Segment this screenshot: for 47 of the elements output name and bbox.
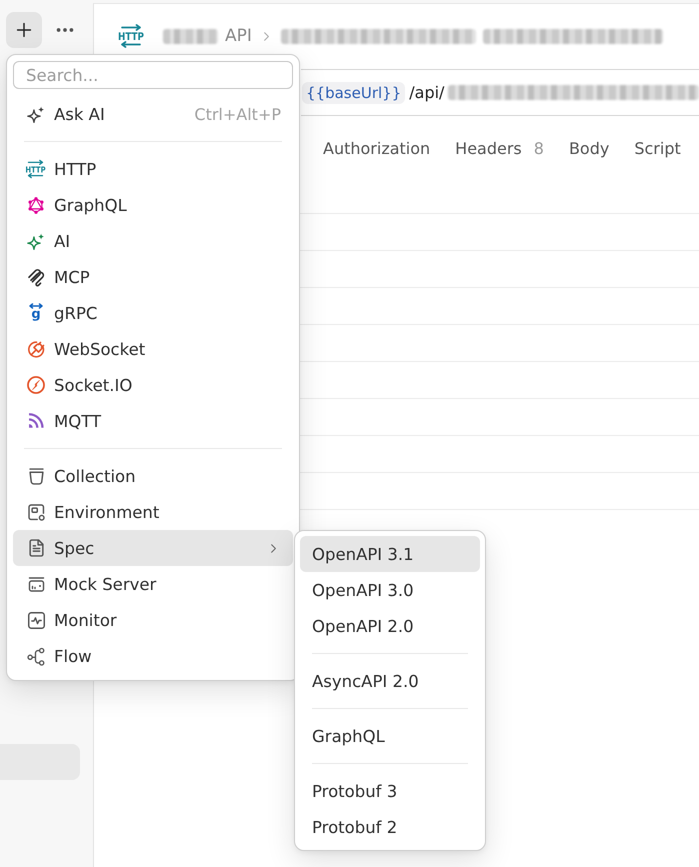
blurred-text bbox=[163, 28, 218, 44]
signal-waves-icon bbox=[28, 413, 44, 429]
url-field[interactable]: {{baseUrl}} /api/ bbox=[301, 69, 699, 116]
bucket-icon bbox=[28, 468, 44, 484]
tab[interactable]: Headers 8 bbox=[445, 130, 554, 166]
menu-item[interactable]: Ask AI Ctrl+Alt+P bbox=[13, 96, 293, 132]
plug-circle-icon bbox=[28, 340, 44, 358]
menu-item[interactable]: Socket.IO bbox=[13, 367, 293, 403]
server-icon bbox=[28, 576, 44, 592]
sparkle-icon bbox=[27, 106, 45, 122]
url-path: /api/ bbox=[409, 83, 444, 102]
menu-item[interactable]: Mock Server bbox=[13, 566, 293, 602]
menu-item[interactable]: HTTP HTTP bbox=[13, 151, 293, 187]
menu-item[interactable]: GraphQL bbox=[300, 718, 480, 754]
menu-item[interactable]: MCP bbox=[13, 259, 293, 295]
add-button[interactable] bbox=[6, 12, 42, 48]
lightning-circle-icon bbox=[27, 376, 45, 394]
menu-item[interactable]: Flow bbox=[13, 638, 293, 674]
squiggle-icon bbox=[28, 268, 44, 286]
flow-nodes-icon bbox=[27, 648, 45, 664]
tab-count: 8 bbox=[534, 138, 544, 158]
menu-item[interactable]: g gRPC bbox=[13, 295, 293, 331]
menu-item[interactable]: OpenAPI 3.1 bbox=[300, 536, 480, 572]
tab[interactable]: Body bbox=[558, 130, 620, 166]
menu-item[interactable]: AI bbox=[13, 223, 293, 259]
menu-item[interactable]: Spec bbox=[13, 530, 293, 566]
document-icon bbox=[28, 539, 44, 557]
hexagon-icon bbox=[28, 196, 44, 214]
pulse-icon bbox=[28, 612, 44, 628]
menu-item[interactable]: Protobuf 2 bbox=[300, 809, 480, 845]
menu-item[interactable]: Monitor bbox=[13, 602, 293, 638]
menu-item[interactable]: Environment bbox=[13, 494, 293, 530]
tab[interactable]: Authorization bbox=[313, 130, 440, 166]
frame-icon bbox=[28, 504, 44, 520]
sparkle-icon bbox=[27, 232, 45, 250]
search-field[interactable]: Search... bbox=[13, 61, 293, 89]
menu-item[interactable]: AsyncAPI 2.0 bbox=[300, 663, 480, 699]
menu-item[interactable]: OpenAPI 2.0 bbox=[300, 608, 480, 644]
shortcut-text: Ctrl+Alt+P bbox=[194, 104, 281, 124]
menu-item[interactable]: Protobuf 3 bbox=[300, 773, 480, 809]
tab[interactable]: Script bbox=[624, 130, 691, 166]
variable-chip: {{baseUrl}} bbox=[302, 82, 406, 104]
menu-item[interactable]: OpenAPI 3.0 bbox=[300, 572, 480, 608]
menu-item[interactable]: MQTT bbox=[13, 403, 293, 439]
menu-item[interactable]: Collection bbox=[13, 458, 293, 494]
menu-item[interactable]: WebSocket bbox=[13, 331, 293, 367]
menu-item[interactable]: GraphQL bbox=[13, 187, 293, 223]
